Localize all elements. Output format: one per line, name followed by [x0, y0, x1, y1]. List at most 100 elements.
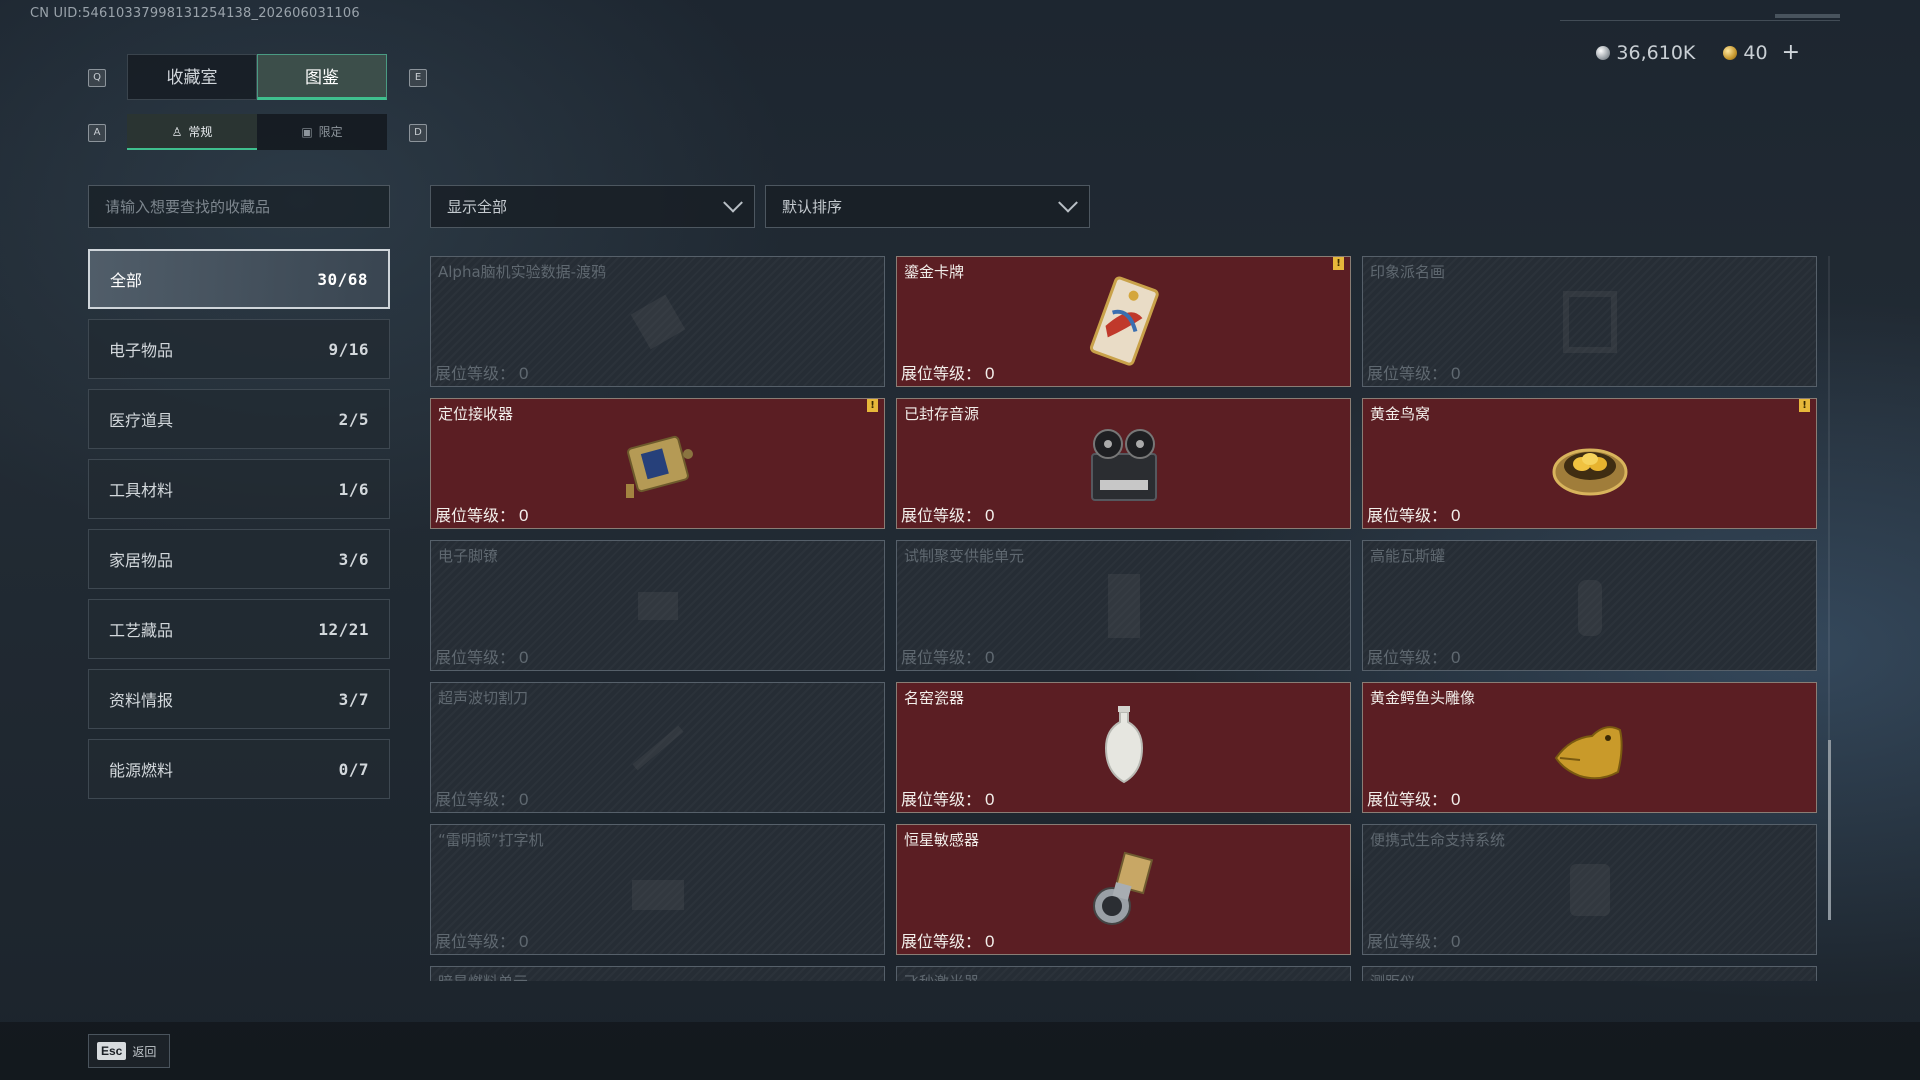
- item-name: 飞秒激光器: [904, 971, 979, 981]
- category-label: 工艺藏品: [109, 621, 174, 640]
- collection-item-card[interactable]: 已封存音源 展位等级： 0: [896, 398, 1351, 529]
- scrollbar-thumb[interactable]: [1828, 740, 1831, 920]
- category-crafts[interactable]: 工艺藏品 12/21: [88, 599, 390, 659]
- category-intel[interactable]: 资料情报 3/7: [88, 669, 390, 729]
- level-label: 展位等级：: [901, 790, 982, 809]
- data-drive-icon: [630, 294, 685, 349]
- subtab-regular[interactable]: ♙ 常规: [127, 114, 257, 150]
- category-count: 1/6: [338, 479, 369, 499]
- item-name: 测距仪: [1370, 971, 1415, 981]
- item-name: “雷明顿”打字机: [438, 831, 544, 849]
- tape-recorder-icon: [1090, 428, 1157, 501]
- category-energy[interactable]: 能源燃料 0/7: [88, 739, 390, 799]
- level-value: 0: [1451, 364, 1461, 383]
- chevron-down-icon: [1058, 192, 1078, 213]
- tab-next-key[interactable]: E: [409, 69, 427, 87]
- level-value: 0: [1451, 506, 1461, 525]
- category-label: 工具材料: [109, 481, 174, 500]
- sub-tabs: ♙ 常规 ▣ 限定: [127, 114, 387, 150]
- footer-bar: [0, 1022, 1920, 1080]
- level-value: 0: [1451, 648, 1461, 667]
- level-label: 展位等级：: [1367, 506, 1448, 525]
- item-level: 展位等级： 0: [1367, 786, 1460, 810]
- collection-item-card[interactable]: 黄金鸟窝 展位等级： 0!: [1362, 398, 1817, 529]
- add-currency-button[interactable]: +: [1782, 40, 1800, 65]
- tab-codex[interactable]: 图鉴: [257, 54, 387, 100]
- item-name: 已封存音源: [904, 405, 980, 423]
- category-electronics[interactable]: 电子物品 9/16: [88, 319, 390, 379]
- tab-collection-room[interactable]: 收藏室: [127, 54, 257, 100]
- search-input[interactable]: [88, 185, 390, 228]
- collection-item-card[interactable]: 暗星燃料单元: [430, 966, 885, 981]
- gold-amount: 40: [1743, 41, 1768, 64]
- collection-item-card[interactable]: 名窑瓷器 展位等级： 0: [896, 682, 1351, 813]
- silver-amount: 36,610K: [1616, 41, 1696, 64]
- level-value: 0: [985, 364, 995, 383]
- collection-item-card[interactable]: 测距仪: [1362, 966, 1817, 981]
- star-sensor-icon: [1092, 851, 1153, 925]
- typewriter-icon: [631, 879, 684, 910]
- collection-item-card[interactable]: “雷明顿”打字机展位等级： 0: [430, 824, 885, 955]
- category-label: 全部: [110, 271, 143, 290]
- category-tools[interactable]: 工具材料 1/6: [88, 459, 390, 519]
- collection-item-card[interactable]: 印象派名画 展位等级： 0: [1362, 256, 1817, 387]
- collection-item-card[interactable]: 黄金鳄鱼头雕像 展位等级： 0: [1362, 682, 1817, 813]
- subtab-limited[interactable]: ▣ 限定: [257, 114, 387, 150]
- level-label: 展位等级：: [435, 790, 516, 809]
- level-label: 展位等级：: [1367, 364, 1448, 383]
- uid-label: CN UID:546103379981312541​38_20260603110…: [30, 6, 360, 21]
- sort-dropdown[interactable]: 默认排序: [765, 185, 1090, 228]
- collection-item-card[interactable]: 试制聚变供能单元 展位等级： 0: [896, 540, 1351, 671]
- category-label: 能源燃料: [109, 761, 174, 780]
- decorative-bar: [1775, 14, 1840, 18]
- collection-grid: Alpha脑机实验数据-渡鸦 展位等级： 0 鎏金卡牌 展位等级： 0! 印象派名画 展位等级…: [430, 256, 1818, 981]
- tab-prev-key[interactable]: Q: [88, 69, 106, 87]
- category-household[interactable]: 家居物品 3/6: [88, 529, 390, 589]
- item-level: 展位等级： 0: [1367, 360, 1460, 384]
- collection-item-card[interactable]: 电子脚镣展位等级： 0: [430, 540, 885, 671]
- display-filter-dropdown[interactable]: 显示全部: [430, 185, 755, 228]
- receiver-icon: [625, 435, 693, 498]
- item-level: 展位等级： 0: [435, 502, 528, 526]
- category-count: 0/7: [338, 759, 369, 779]
- item-name: 电子脚镣: [438, 547, 499, 565]
- category-label: 资料情报: [109, 691, 174, 710]
- item-name: 定位接收器: [438, 405, 514, 423]
- level-value: 0: [985, 790, 995, 809]
- level-value: 0: [519, 364, 529, 383]
- item-name: 鎏金卡牌: [904, 263, 965, 281]
- collection-item-card[interactable]: 定位接收器 展位等级： 0!: [430, 398, 885, 529]
- golden-crocodile-icon: [1554, 725, 1623, 779]
- item-level: 展位等级： 0: [435, 928, 528, 952]
- item-name: 试制聚变供能单元: [904, 547, 1025, 565]
- collection-item-card[interactable]: 高能瓦斯罐 展位等级： 0: [1362, 540, 1817, 671]
- collection-item-card[interactable]: 超声波切割刀 展位等级： 0: [430, 682, 885, 813]
- subtab-prev-key[interactable]: A: [88, 124, 106, 142]
- back-button[interactable]: Esc 返回: [88, 1034, 170, 1068]
- gold-currency[interactable]: 40 +: [1723, 40, 1800, 65]
- category-medical[interactable]: 医疗道具 2/5: [88, 389, 390, 449]
- gilded-card-icon: [1089, 276, 1159, 366]
- category-count: 12/21: [318, 619, 369, 639]
- decorative-line: [1560, 20, 1840, 21]
- category-all[interactable]: 全部 30/68: [88, 249, 390, 309]
- collection-item-card[interactable]: 鎏金卡牌 展位等级： 0!: [896, 256, 1351, 387]
- subtab-next-key[interactable]: D: [409, 124, 427, 142]
- collection-item-card[interactable]: 便携式生命支持系统 展位等级： 0: [1362, 824, 1817, 955]
- item-level: 展位等级： 0: [435, 644, 528, 668]
- item-name: 超声波切割刀: [438, 689, 529, 707]
- collection-item-card[interactable]: Alpha脑机实验数据-渡鸦 展位等级： 0: [430, 256, 885, 387]
- alert-badge-icon: !: [1333, 257, 1344, 270]
- collection-item-card[interactable]: 恒星敏感器 展位等级： 0: [896, 824, 1351, 955]
- level-value: 0: [985, 506, 995, 525]
- level-label: 展位等级：: [435, 506, 516, 525]
- collection-item-card[interactable]: 飞秒激光器: [896, 966, 1351, 981]
- figure-icon: ♙: [171, 125, 183, 139]
- esc-key-icon: Esc: [97, 1042, 127, 1060]
- category-count: 30/68: [317, 269, 368, 289]
- level-label: 展位等级：: [901, 932, 982, 951]
- golden-nest-icon: [1552, 448, 1627, 495]
- sort-value: 默认排序: [782, 198, 843, 216]
- level-label: 展位等级：: [435, 648, 516, 667]
- item-level: 展位等级： 0: [1367, 928, 1460, 952]
